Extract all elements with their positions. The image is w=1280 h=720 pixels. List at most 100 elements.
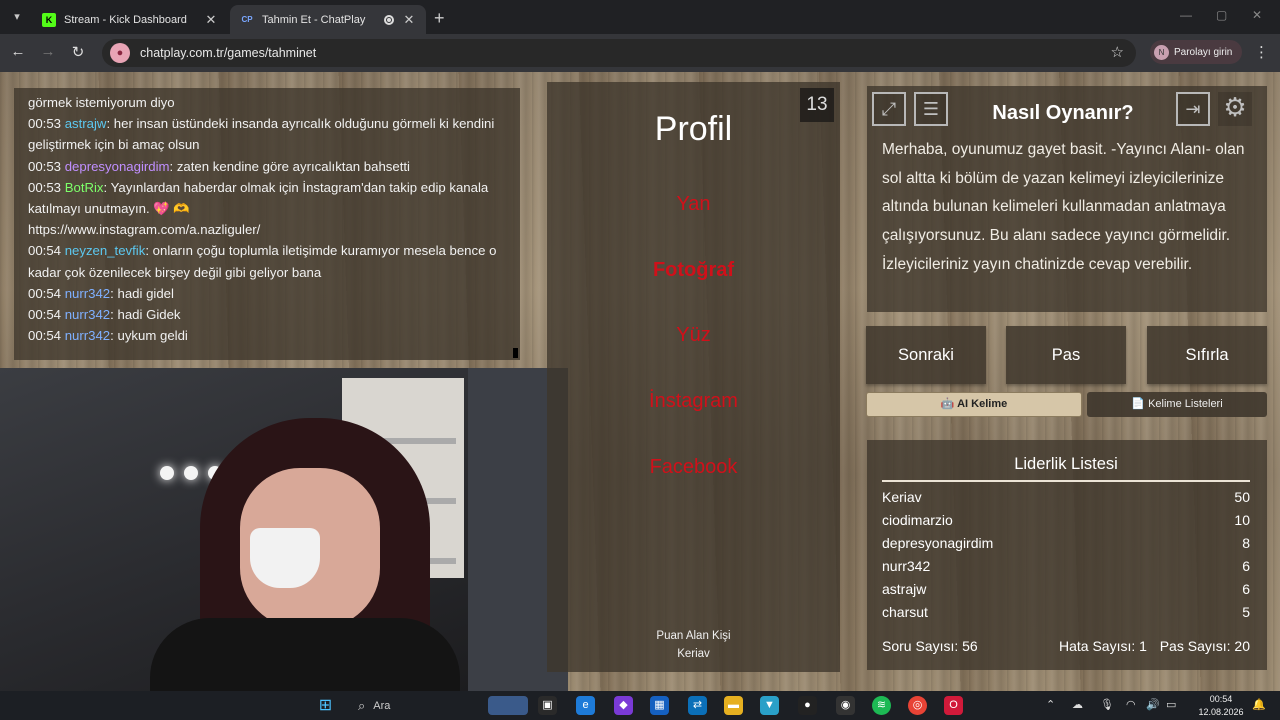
howto-text: Merhaba, oyunumuz gayet basit. -Yayıncı … (882, 141, 1245, 273)
chat-timestamp: 00:54 (28, 307, 62, 323)
notification-icon[interactable]: 🔔 (1252, 698, 1266, 711)
chat-text: : zaten kendine göre ayrıcalıktan bahset… (169, 158, 410, 174)
chat-text: görmek istemiyorum diyo (28, 95, 175, 110)
chat-username[interactable]: nurr342 (65, 286, 110, 301)
leader-score: 6 (1242, 581, 1250, 597)
forbidden-word: Facebook (649, 456, 738, 478)
app-shield-icon[interactable]: ▼ (760, 696, 779, 715)
chat-username[interactable]: depresyonagirdim (65, 159, 170, 174)
chat-message: 00:53 BotRix: Yayınlardan haberdar olmak… (28, 177, 506, 219)
chat-username[interactable]: BotRix (65, 180, 104, 195)
tab-kick-dashboard[interactable]: K Stream - Kick Dashboard ✕ (32, 5, 228, 34)
windows-taskbar: ⊞ ⌕ Ara ▣ e ◆ ▦ ⇄ ▬ ▼ ● ◉ ≋ ◎ O ⌃ ☁ 🎙 ◠ … (0, 691, 1280, 720)
reset-button[interactable]: Sıfırla (1147, 326, 1267, 384)
new-tab-icon[interactable]: + (434, 8, 445, 29)
clock-date: 12.08.2026 (1198, 707, 1244, 717)
office-icon[interactable]: ◆ (614, 696, 633, 715)
kick-favicon-icon: K (42, 12, 56, 27)
tab-title: Tahmin Et - ChatPlay (262, 13, 366, 26)
tray-overflow-icon[interactable]: ⌃ (1046, 698, 1055, 711)
chat-message: görmek istemiyorum diyo (28, 92, 506, 113)
leader-name: nurr342 (882, 558, 931, 574)
windows-start-icon[interactable]: ⊞ (316, 696, 335, 715)
bookmark-star-icon[interactable]: ☆ (1111, 43, 1124, 61)
window-close-icon[interactable]: ✕ (1252, 8, 1262, 22)
leaderboard-row: charsut 5 (882, 604, 1250, 620)
chat-text: : hadi gidel (110, 285, 174, 301)
search-icon: ⌕ (358, 697, 366, 713)
chat-timestamp: 00:54 (28, 285, 62, 301)
maximize-icon[interactable]: ▢ (1216, 8, 1227, 22)
tab-search-dropdown-icon[interactable]: ▾ (6, 7, 28, 27)
chat-message: 00:53 astrajw: her insan üstündeki insan… (28, 113, 506, 155)
word-lists-tab[interactable]: 📄 Kelime Listeleri (1087, 392, 1267, 417)
opera-icon[interactable]: O (944, 696, 963, 715)
close-tab-icon[interactable]: ✕ (204, 12, 218, 28)
ai-word-tab[interactable]: 🤖 AI Kelime (866, 392, 1082, 417)
error-count: Hata Sayısı: 1 (1059, 638, 1147, 654)
widgets-icon[interactable] (488, 696, 528, 715)
webcam-light (160, 466, 174, 480)
back-icon[interactable]: ← (8, 43, 28, 60)
chat-message: 00:54 nurr342: uykum geldi (28, 325, 506, 346)
howto-title: Nasıl Oynanır? (992, 102, 1134, 124)
password-button[interactable]: N Parolayı girin (1150, 40, 1242, 64)
fullscreen-icon[interactable]: ⤢ (872, 92, 906, 126)
url-text: chatplay.com.tr/games/tahminet (140, 46, 317, 60)
forbidden-word: Fotoğraf (652, 259, 735, 281)
chat-username[interactable]: nurr342 (65, 307, 110, 322)
chat-message: 00:54 nurr342: hadi gidel (28, 283, 506, 304)
obs-icon[interactable]: ◉ (836, 696, 855, 715)
browser-tab-bar: ▾ K Stream - Kick Dashboard ✕ CP Tahmin … (0, 0, 1280, 34)
chat-username[interactable]: astrajw (65, 116, 107, 131)
profile-avatar: N (1154, 44, 1169, 60)
leader-name: charsut (882, 604, 928, 620)
chat-username[interactable]: neyzen_tevfik (65, 243, 146, 258)
chat-text: https://www.instagram.com/a.nazliguler/ (28, 222, 261, 238)
webcam-light (184, 466, 198, 480)
reload-icon[interactable]: ↻ (68, 43, 88, 61)
close-tab-icon[interactable]: ✕ (402, 12, 416, 28)
chat-username[interactable]: nurr342 (65, 328, 110, 343)
battery-icon[interactable]: ▭ (1166, 698, 1176, 711)
scorer-info: Puan Alan Kişi Keriav (547, 627, 840, 663)
chrome-icon[interactable]: ◎ (908, 696, 927, 715)
site-info-icon[interactable]: ● (110, 43, 130, 63)
edge-icon[interactable]: e (576, 696, 595, 715)
microphone-icon[interactable]: 🎙 (1100, 698, 1114, 711)
task-view-icon[interactable]: ▣ (538, 696, 557, 715)
scorer-name: Keriav (677, 648, 710, 660)
wifi-icon[interactable]: ◠ (1126, 698, 1136, 711)
leader-score: 5 (1242, 604, 1250, 620)
next-button[interactable]: Sonraki (866, 326, 986, 384)
alienware-icon[interactable]: ● (798, 696, 817, 715)
forward-icon[interactable]: → (38, 43, 58, 60)
leader-name: depresyonagirdim (882, 535, 994, 551)
taskbar-clock[interactable]: 00:54 12.08.2026 (1196, 691, 1246, 719)
leaderboard-row: depresyonagirdim 8 (882, 535, 1250, 551)
minimize-icon[interactable]: — (1180, 8, 1192, 22)
taskbar-search[interactable]: ⌕ Ara (348, 693, 390, 718)
chat-text: : hadi Gidek (110, 307, 181, 323)
tab-chatplay[interactable]: CP Tahmin Et - ChatPlay ✕ (230, 5, 426, 34)
word-card (547, 82, 840, 672)
chat-timestamp: 00:54 (28, 328, 62, 344)
pass-button[interactable]: Pas (1006, 326, 1126, 384)
store-icon[interactable]: ▦ (650, 696, 669, 715)
leader-name: astrajw (882, 581, 927, 597)
chat-timestamp: 00:54 (28, 243, 62, 259)
settings-gear-icon[interactable]: ⚙ (1218, 92, 1252, 126)
address-bar[interactable]: ● chatplay.com.tr/games/tahminet ☆ (102, 39, 1136, 67)
chat-scrollbar[interactable] (513, 348, 518, 358)
notes-icon[interactable]: ☰ (914, 92, 948, 126)
file-explorer-icon[interactable]: ▬ (724, 696, 743, 715)
webcam-person-body (150, 618, 460, 691)
browser-menu-icon[interactable]: ⋮ (1254, 43, 1269, 61)
leader-score: 10 (1234, 512, 1250, 528)
tray-app-icon[interactable]: ☁ (1072, 698, 1083, 711)
logout-icon[interactable]: ⇥ (1176, 92, 1210, 126)
volume-icon[interactable]: 🔊 (1146, 698, 1160, 711)
app-icon[interactable]: ⇄ (688, 696, 707, 715)
browser-toolbar: ← → ↻ ● chatplay.com.tr/games/tahminet ☆ (0, 34, 1280, 72)
spotify-icon[interactable]: ≋ (872, 696, 891, 715)
